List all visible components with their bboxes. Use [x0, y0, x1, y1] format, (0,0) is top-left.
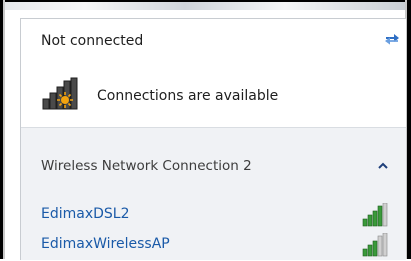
chevron-up-icon[interactable] — [376, 158, 390, 172]
network-item-edimaxwirelessap[interactable]: EdimaxWirelessAP — [21, 231, 406, 261]
availability-text: Connections are available — [97, 88, 279, 104]
wifi-signal-bars-icon — [362, 202, 388, 227]
availability-row: Connections are available — [41, 77, 279, 115]
status-header: Not connected Connections are available — [21, 19, 406, 119]
window-border-right — [407, 0, 411, 259]
window-border-left-inner — [3, 0, 5, 259]
network-name: EdimaxDSL2 — [41, 206, 130, 222]
network-panel: Not connected Connections are available … — [20, 18, 406, 260]
connection-status: Not connected — [41, 33, 144, 49]
section-title: Wireless Network Connection 2 — [41, 158, 252, 174]
network-name: EdimaxWirelessAP — [41, 236, 170, 252]
network-item-edimaxdsl2[interactable]: EdimaxDSL2 — [21, 201, 406, 231]
wifi-signal-bars-icon — [362, 232, 388, 257]
refresh-icon[interactable] — [383, 31, 401, 47]
network-signal-sun-icon — [41, 77, 93, 115]
network-flyout-window: Not connected Connections are available … — [0, 0, 411, 260]
taskbar-strip — [5, 2, 405, 10]
wireless-section: Wireless Network Connection 2 EdimaxDSL2 — [21, 128, 406, 260]
